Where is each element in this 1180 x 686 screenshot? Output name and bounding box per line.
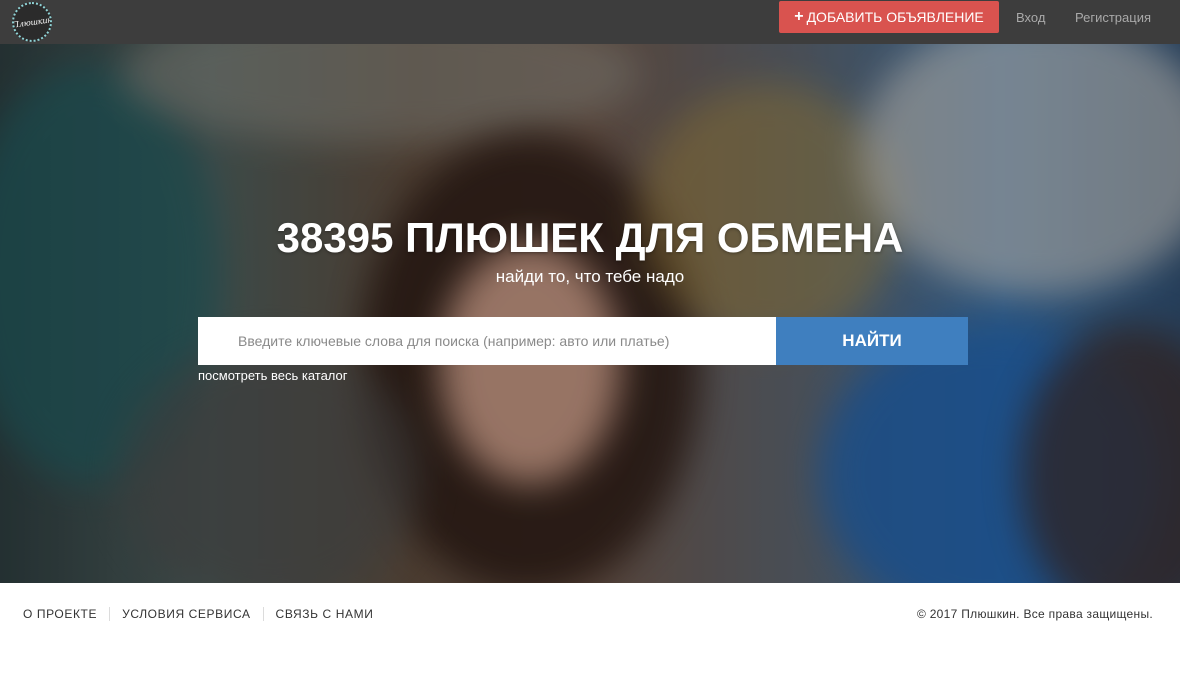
plus-icon: + — [794, 8, 804, 25]
copyright-text: © 2017 Плюшкин. Все права защищены. — [916, 607, 1153, 621]
footer-link-terms[interactable]: УСЛОВИЯ СЕРВИСА — [122, 607, 250, 621]
footer-divider — [262, 607, 264, 621]
footer-links: О ПРОЕКТЕ УСЛОВИЯ СЕРВИСА СВЯЗЬ С НАМИ — [23, 607, 373, 621]
footer-divider — [109, 607, 111, 621]
hero-subtitle: найди то, что тебе надо — [495, 267, 685, 286]
view-catalog-link[interactable]: посмотреть весь каталог — [198, 368, 348, 383]
search-input[interactable] — [198, 317, 776, 365]
register-link[interactable]: Регистрация — [1075, 10, 1151, 25]
footer-link-contact[interactable]: СВЯЗЬ С НАМИ — [276, 607, 374, 621]
footer: О ПРОЕКТЕ УСЛОВИЯ СЕРВИСА СВЯЗЬ С НАМИ ©… — [0, 583, 1180, 686]
login-link[interactable]: Вход — [1016, 10, 1045, 25]
footer-link-about[interactable]: О ПРОЕКТЕ — [23, 607, 97, 621]
hero-title: 38395 ПЛЮШЕК ДЛЯ ОБМЕНА — [276, 214, 904, 261]
logo-text: Плюшкин — [12, 14, 52, 30]
hero-banner: 38395 ПЛЮШЕК ДЛЯ ОБМЕНА найди то, что те… — [0, 44, 1180, 583]
search-button[interactable]: НАЙТИ — [776, 317, 968, 365]
site-logo[interactable]: Плюшкин — [12, 2, 52, 42]
add-listing-label: ДОБАВИТЬ ОБЪЯВЛЕНИЕ — [806, 9, 984, 25]
top-navbar: Плюшкин + ДОБАВИТЬ ОБЪЯВЛЕНИЕ Вход Регис… — [0, 0, 1180, 44]
hero-overlay — [0, 44, 1180, 583]
add-listing-button[interactable]: + ДОБАВИТЬ ОБЪЯВЛЕНИЕ — [779, 1, 999, 33]
